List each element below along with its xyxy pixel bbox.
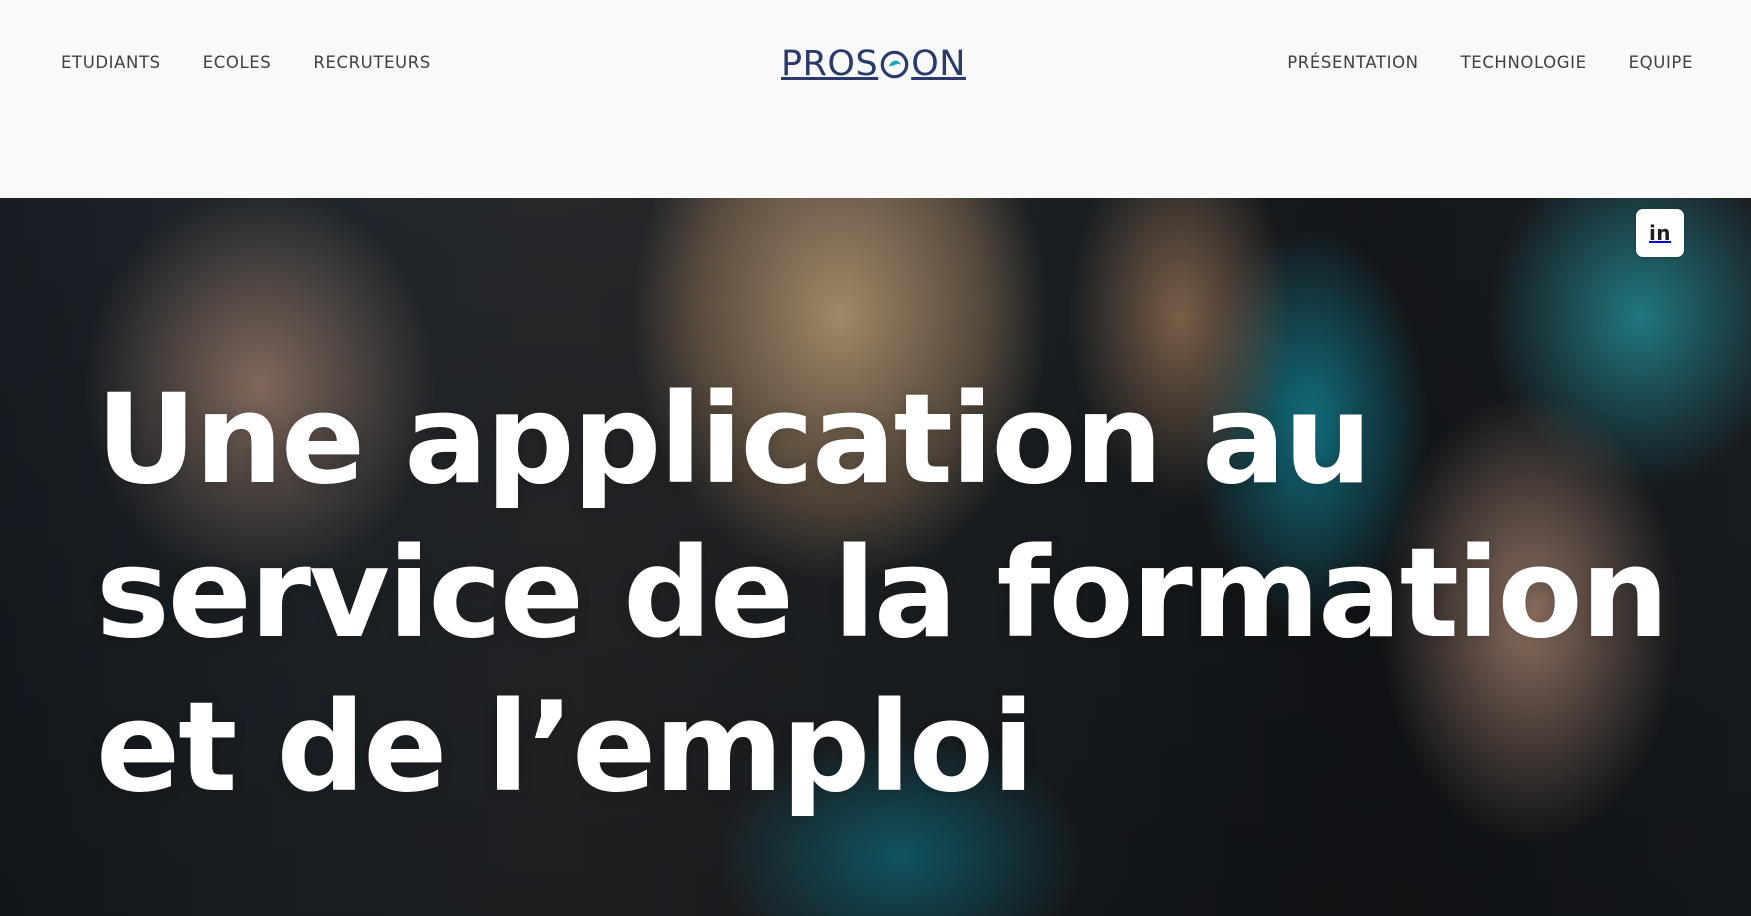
linkedin-button[interactable]: in	[1636, 209, 1684, 257]
hero-section: Une application au service de la formati…	[0, 198, 1751, 916]
logo-text-end: ON	[911, 44, 966, 84]
hero-headline-line-3: et de l’emploi	[96, 676, 1034, 820]
logo-o-icon	[879, 49, 910, 80]
hero-headline-line-2: service de la formation	[96, 522, 1669, 666]
nav-item-technologie[interactable]: TECHNOLOGIE	[1461, 52, 1587, 74]
primary-navigation-left: ETUDIANTS ECOLES RECRUTEURS	[61, 52, 431, 74]
site-header: ETUDIANTS ECOLES RECRUTEURS PROS ON PRÉS…	[0, 0, 1751, 198]
linkedin-icon: in	[1648, 221, 1672, 245]
hero-headline: Une application au service de la formati…	[96, 363, 1669, 825]
primary-navigation-right: PRÉSENTATION TECHNOLOGIE EQUIPE	[1287, 52, 1693, 74]
hero-headline-line-1: Une application au	[96, 368, 1372, 512]
nav-item-presentation[interactable]: PRÉSENTATION	[1287, 52, 1418, 74]
nav-item-etudiants[interactable]: ETUDIANTS	[61, 52, 161, 74]
nav-item-equipe[interactable]: EQUIPE	[1629, 52, 1693, 74]
nav-item-recruteurs[interactable]: RECRUTEURS	[313, 52, 430, 74]
nav-item-ecoles[interactable]: ECOLES	[203, 52, 272, 74]
logo-text-start: PROS	[781, 44, 879, 84]
brand-logo[interactable]: PROS ON	[781, 44, 966, 84]
